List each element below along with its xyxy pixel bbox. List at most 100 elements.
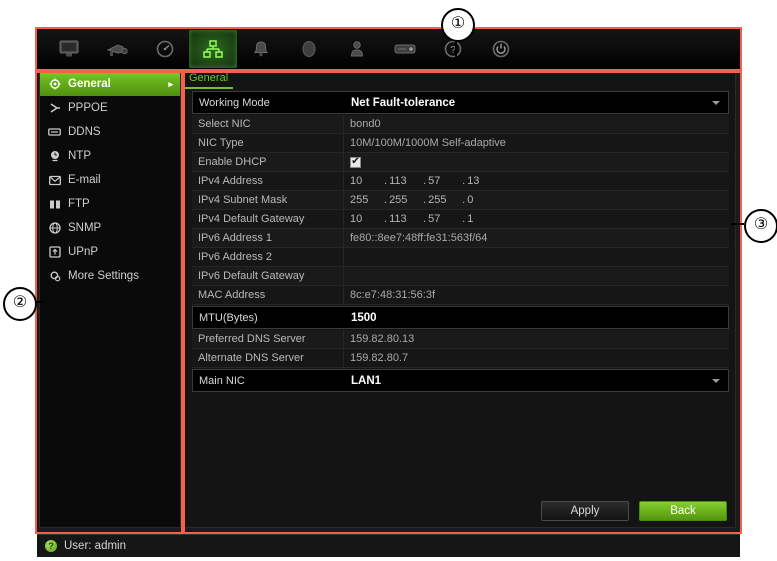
working-mode-dropdown[interactable]: Net Fault-tolerance (345, 92, 728, 113)
row-ipv4-subnet-mask[interactable]: IPv4 Subnet Mask 255 . 255 . 255 . 0 (192, 191, 729, 210)
ip-octet-2[interactable]: 255 (389, 194, 423, 206)
ip-octet-4[interactable]: 13 (467, 175, 501, 187)
ip-octet-1[interactable]: 255 (350, 194, 384, 206)
status-user-label: User: admin (64, 540, 126, 552)
ip-octet-1[interactable]: 10 (350, 175, 384, 187)
apply-button[interactable]: Apply (541, 501, 629, 521)
row-value: 10 . 113 . 57 . 13 (344, 172, 729, 190)
row-select-nic: Select NIC bond0 (192, 115, 729, 134)
ip-dot: . (462, 194, 466, 206)
mtu-input[interactable]: 1500 (345, 307, 728, 328)
ip-octet-3[interactable]: 57 (428, 213, 462, 225)
row-value: 159.82.80.13 (350, 333, 415, 345)
row-ipv4-address[interactable]: IPv4 Address 10 . 113 . 57 . 13 (192, 172, 729, 191)
ipv4-address-field[interactable]: 10 . 113 . 57 . 13 (350, 175, 501, 187)
ip-dot: . (462, 213, 466, 225)
power-icon[interactable] (477, 30, 525, 68)
ip-octet-3[interactable]: 57 (428, 175, 462, 187)
row-alternate-dns-server[interactable]: Alternate DNS Server 159.82.80.7 (192, 349, 729, 368)
ddns-icon (47, 125, 62, 139)
callout-marker-3: ③ (744, 209, 777, 243)
sidebar-item-label: NTP (68, 150, 91, 162)
main-nic-dropdown[interactable]: LAN1 (345, 370, 728, 391)
ipv4-subnet-mask-field[interactable]: 255 . 255 . 255 . 0 (350, 194, 501, 206)
row-enable-dhcp[interactable]: Enable DHCP ✔ (192, 153, 729, 172)
hdd-icon[interactable] (285, 30, 333, 68)
content-area: General ▸ PPPOE DDNS NTP E-mail FTP SNMP… (37, 69, 740, 534)
sidebar-item-upnp[interactable]: UPnP (40, 240, 180, 264)
panel-tab-general[interactable]: General (184, 72, 234, 89)
ip-octet-1[interactable]: 10 (350, 213, 384, 225)
row-mac-address: MAC Address 8c:e7:48:31:56:3f (192, 286, 729, 305)
gear-icon (47, 77, 62, 91)
sidebar-item-label: PPPOE (68, 102, 108, 114)
row-label: Enable DHCP (192, 153, 344, 171)
row-value (344, 267, 729, 285)
sidebar-item-pppoe[interactable]: PPPOE (40, 96, 180, 120)
row-preferred-dns-server[interactable]: Preferred DNS Server 159.82.80.13 (192, 330, 729, 349)
ip-dot: . (423, 175, 427, 187)
panel-footer: Apply Back (541, 501, 727, 521)
callout-marker-1: ① (441, 8, 475, 42)
back-button[interactable]: Back (639, 501, 727, 521)
monitor-icon[interactable] (45, 30, 93, 68)
row-label: Alternate DNS Server (192, 349, 344, 367)
settings-panel: General Working Mode Net Fault-tolerance… (183, 71, 736, 528)
ip-dot: . (384, 175, 388, 187)
ip-dot: . (384, 213, 388, 225)
row-ipv6-address-1: IPv6 Address 1 fe80::8ee7:48ff:fe31:563f… (192, 229, 729, 248)
row-value: 8c:e7:48:31:56:3f (350, 289, 436, 301)
ip-octet-4[interactable]: 0 (467, 194, 501, 206)
row-label: IPv6 Address 1 (192, 229, 344, 247)
enable-dhcp-checkbox[interactable]: ✔ (350, 156, 361, 168)
ip-octet-2[interactable]: 113 (389, 175, 423, 187)
row-value: LAN1 (351, 374, 382, 387)
sidebar-item-ntp[interactable]: NTP (40, 144, 180, 168)
chevron-down-icon (712, 100, 720, 105)
row-value: 159.82.80.7 (350, 352, 409, 364)
chevron-right-icon: ▸ (168, 78, 173, 89)
ip-dot: . (423, 213, 427, 225)
row-value: Net Fault-tolerance (351, 96, 456, 109)
camera-icon[interactable] (93, 30, 141, 68)
row-mtu[interactable]: MTU(Bytes) 1500 (192, 306, 729, 329)
sidebar-item-ftp[interactable]: FTP (40, 192, 180, 216)
sidebar-item-label: UPnP (68, 246, 99, 258)
ipv4-default-gateway-field[interactable]: 10 . 113 . 57 . 1 (350, 213, 501, 225)
ip-octet-3[interactable]: 255 (428, 194, 462, 206)
callout-leader-3 (731, 223, 744, 225)
upnp-icon (47, 245, 62, 259)
row-label: IPv4 Subnet Mask (192, 191, 344, 209)
network-icon[interactable] (189, 30, 237, 68)
row-value (344, 248, 729, 266)
sidebar-item-snmp[interactable]: SNMP (40, 216, 180, 240)
row-label: Preferred DNS Server (192, 330, 344, 348)
row-working-mode[interactable]: Working Mode Net Fault-tolerance (192, 91, 729, 114)
settings-sidebar: General ▸ PPPOE DDNS NTP E-mail FTP SNMP… (39, 71, 181, 528)
record-icon[interactable] (141, 30, 189, 68)
device-window: ? General ▸ PPPOE DDNS NTP E-mail FTP SN… (37, 29, 740, 534)
sidebar-item-label: SNMP (68, 222, 102, 234)
sidebar-item-general[interactable]: General ▸ (40, 72, 180, 96)
sidebar-item-label: DDNS (68, 126, 101, 138)
ip-dot: . (462, 175, 466, 187)
sidebar-item-ddns[interactable]: DDNS (40, 120, 180, 144)
row-value: fe80::8ee7:48ff:fe31:563f/64 (350, 232, 488, 244)
sidebar-item-more-settings[interactable]: More Settings (40, 264, 180, 288)
device-icon[interactable] (381, 30, 429, 68)
ip-octet-4[interactable]: 1 (467, 213, 501, 225)
row-label: IPv6 Default Gateway (192, 267, 344, 285)
pppoe-icon (47, 101, 62, 115)
envelope-icon (47, 173, 62, 187)
row-nic-type: NIC Type 10M/100M/1000M Self-adaptive (192, 134, 729, 153)
ip-octet-2[interactable]: 113 (389, 213, 423, 225)
user-status-icon: ? (45, 540, 57, 552)
ip-dot: . (423, 194, 427, 206)
row-label: Working Mode (199, 96, 270, 109)
alarm-bell-icon[interactable] (237, 30, 285, 68)
row-ipv4-default-gateway[interactable]: IPv4 Default Gateway 10 . 113 . 57 . 1 (192, 210, 729, 229)
user-icon[interactable] (333, 30, 381, 68)
row-main-nic[interactable]: Main NIC LAN1 (192, 369, 729, 392)
sidebar-item-email[interactable]: E-mail (40, 168, 180, 192)
callout-marker-2: ② (3, 287, 37, 321)
